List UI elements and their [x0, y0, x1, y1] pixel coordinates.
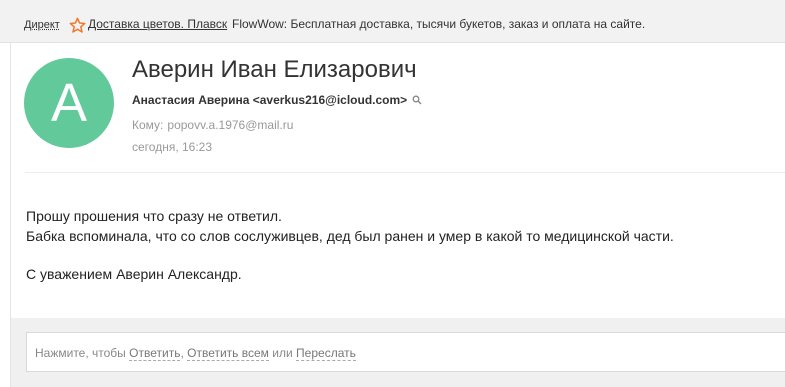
message-subject: Аверин Иван Елизарович [132, 56, 417, 83]
reply-area: Нажмите, чтобы Ответить, Ответить всем и… [11, 318, 785, 387]
message-view: А Аверин Иван Елизарович Анастасия Авери… [10, 43, 785, 387]
body-line: Бабка вспоминала, что со слов сослуживце… [26, 228, 674, 244]
ad-text: FlowWow: Бесплатная доставка, тысячи бук… [232, 17, 646, 31]
reply-prefix: Нажмите, чтобы [35, 346, 126, 360]
message-date: сегодня, 16:23 [132, 140, 213, 154]
flower-logo-icon [69, 17, 86, 33]
reply-link[interactable]: Ответить [129, 346, 181, 361]
body-line: Прошу прошения что сразу не ответил. [26, 208, 282, 224]
reply-all-link[interactable]: Ответить всем [187, 346, 269, 361]
ad-link[interactable]: Доставка цветов. Плавск [88, 17, 227, 31]
to-label: Кому: [132, 118, 164, 132]
recipient-line: Кому: popovv.a.1976@mail.ru [132, 118, 293, 132]
message-body: Прошу прошения что сразу не ответил. Баб… [26, 206, 674, 284]
avatar: А [24, 58, 114, 148]
reply-comma: , [180, 346, 184, 360]
sender[interactable]: Анастасия Аверина <averkus216@icloud.com… [132, 93, 422, 107]
forward-link[interactable]: Переслать [296, 346, 356, 361]
ad-bar: Директ Доставка цветов. Плавск FlowWow: … [0, 0, 785, 43]
quick-reply-box[interactable]: Нажмите, чтобы Ответить, Ответить всем и… [26, 332, 785, 372]
reply-or: или [272, 346, 293, 360]
header-divider [25, 172, 785, 173]
recipient-address[interactable]: popovv.a.1976@mail.ru [167, 118, 293, 132]
direct-label[interactable]: Директ [24, 19, 60, 31]
search-icon[interactable] [412, 95, 422, 105]
body-signature: С уважением Аверин Александр. [26, 266, 242, 282]
sender-address[interactable]: Анастасия Аверина <averkus216@icloud.com… [132, 93, 407, 107]
